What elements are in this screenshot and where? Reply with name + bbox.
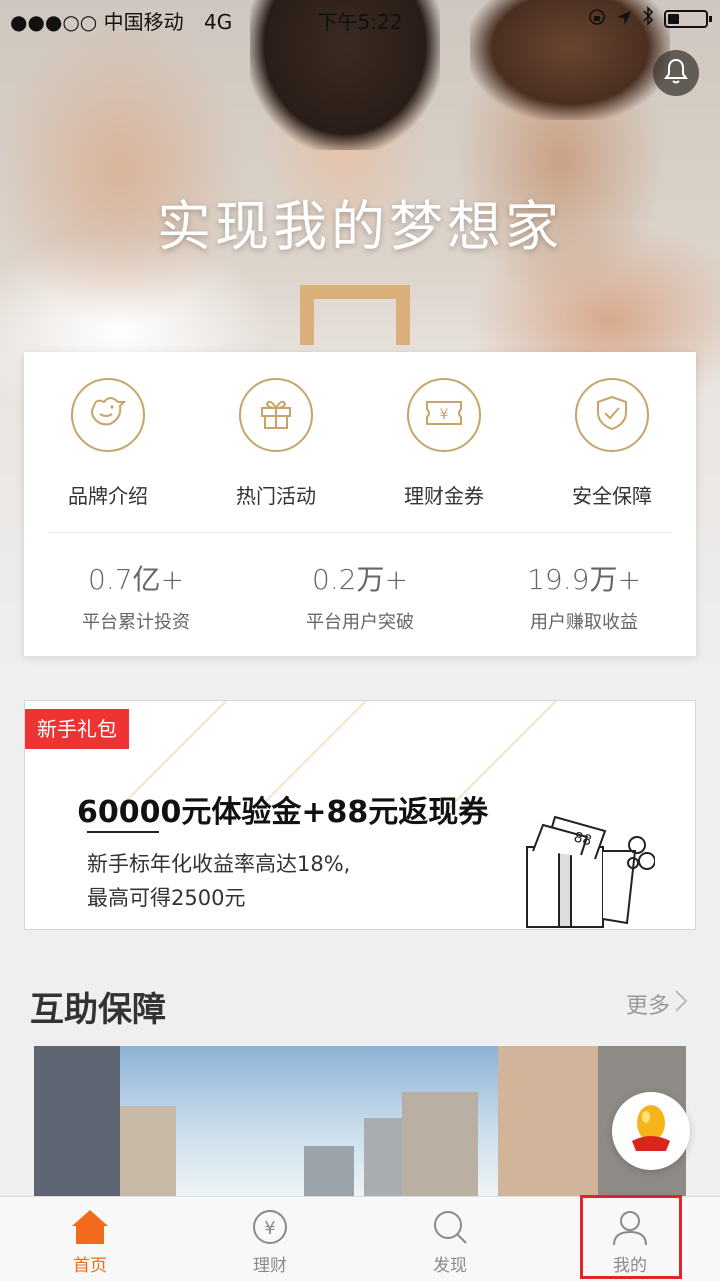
stat-value: 0.2万+ xyxy=(312,563,408,596)
bell-icon xyxy=(663,57,689,89)
quick-label: 安全保障 xyxy=(572,484,652,508)
building-image xyxy=(34,1046,120,1196)
promo-desc-line2: 最高可得2500元 xyxy=(87,886,246,910)
yen-circle-icon: ¥ xyxy=(180,1207,360,1247)
stat-value: 19.9万+ xyxy=(527,563,641,596)
battery-level xyxy=(668,13,679,24)
home-icon xyxy=(0,1207,180,1247)
golden-egg-icon xyxy=(626,1101,676,1161)
stat-total-investment: 0.7亿+ 平台累计投资 xyxy=(24,558,248,634)
battery-icon xyxy=(664,9,712,28)
card-divider xyxy=(48,532,672,533)
location-icon xyxy=(616,7,632,31)
tab-label: 理财 xyxy=(253,1256,287,1276)
quick-item-brand[interactable]: 品牌介绍 xyxy=(24,378,192,509)
tab-mine-highlight-box xyxy=(580,1195,682,1279)
section-title: 互助保障 xyxy=(30,990,166,1030)
status-icons xyxy=(588,6,712,31)
quick-menu-card: 品牌介绍 热门活动 ¥ 理财金券 安全保障 0.7亿+ 平台累计投资 0.2万+… xyxy=(24,352,696,656)
stat-earnings: 19.9万+ 用户赚取收益 xyxy=(472,558,696,634)
quick-label: 品牌介绍 xyxy=(68,484,148,508)
quick-label: 热门活动 xyxy=(236,484,316,508)
building-image xyxy=(304,1146,354,1196)
newbie-promo-card[interactable]: 新手礼包 60000元体验金+88元返现券 新手标年化收益率高达18%, 最高可… xyxy=(24,700,696,930)
hero-title: 实现我的梦想家 xyxy=(157,195,563,258)
notification-button[interactable] xyxy=(653,50,699,96)
quick-icon-circle: ¥ xyxy=(407,378,481,452)
svg-text:¥: ¥ xyxy=(440,407,449,423)
quick-label: 理财金券 xyxy=(404,484,484,508)
golden-egg-float-button[interactable] xyxy=(612,1092,690,1170)
tab-label: 首页 xyxy=(73,1256,107,1276)
bluetooth-icon xyxy=(642,6,654,31)
quick-icon-circle xyxy=(239,378,313,452)
lock-rotation-icon xyxy=(588,7,606,31)
building-image xyxy=(364,1118,404,1196)
promo-tag: 新手礼包 xyxy=(25,709,129,749)
quick-icon-circle xyxy=(71,378,145,452)
status-bar: ●●●○○ 中国移动 4G 下午5:22 xyxy=(0,0,720,38)
bird-icon xyxy=(88,396,128,434)
building-image xyxy=(120,1106,176,1196)
quick-item-events[interactable]: 热门活动 xyxy=(192,378,360,509)
coupon-icon: ¥ xyxy=(424,398,464,432)
quick-item-coupons[interactable]: ¥ 理财金券 xyxy=(360,378,528,509)
promo-underline xyxy=(87,831,159,833)
mutual-aid-banner[interactable] xyxy=(34,1046,686,1196)
promo-desc-line1: 新手标年化收益率高达18%, xyxy=(87,852,351,876)
gift-icon xyxy=(258,396,294,434)
quick-icon-circle xyxy=(575,378,649,452)
tab-label: 发现 xyxy=(433,1256,467,1276)
stat-label: 平台用户突破 xyxy=(306,612,414,633)
more-label: 更多 xyxy=(625,994,670,1019)
building-image xyxy=(402,1092,478,1196)
stat-label: 平台累计投资 xyxy=(82,612,190,633)
stat-users: 0.2万+ 平台用户突破 xyxy=(248,558,472,634)
stat-label: 用户赚取收益 xyxy=(530,612,638,633)
quick-item-security[interactable]: 安全保障 xyxy=(528,378,696,509)
building-image xyxy=(498,1046,598,1196)
tab-discover[interactable]: 发现 xyxy=(360,1197,540,1281)
svg-text:¥: ¥ xyxy=(264,1218,275,1239)
tab-home[interactable]: 首页 xyxy=(0,1197,180,1281)
chevron-right-icon xyxy=(674,989,688,1019)
shield-check-icon xyxy=(595,394,629,436)
tab-finance[interactable]: ¥ 理财 xyxy=(180,1197,360,1281)
promo-description: 新手标年化收益率高达18%, 最高可得2500元 xyxy=(87,847,350,915)
more-link[interactable]: 更多 xyxy=(626,988,688,1020)
promo-title: 60000元体验金+88元返现券 xyxy=(77,795,489,830)
gift-box-icon: 88 xyxy=(515,811,656,929)
hero-photo-blocks xyxy=(300,285,410,345)
stat-value: 0.7亿+ xyxy=(88,563,184,596)
search-icon xyxy=(360,1207,540,1247)
